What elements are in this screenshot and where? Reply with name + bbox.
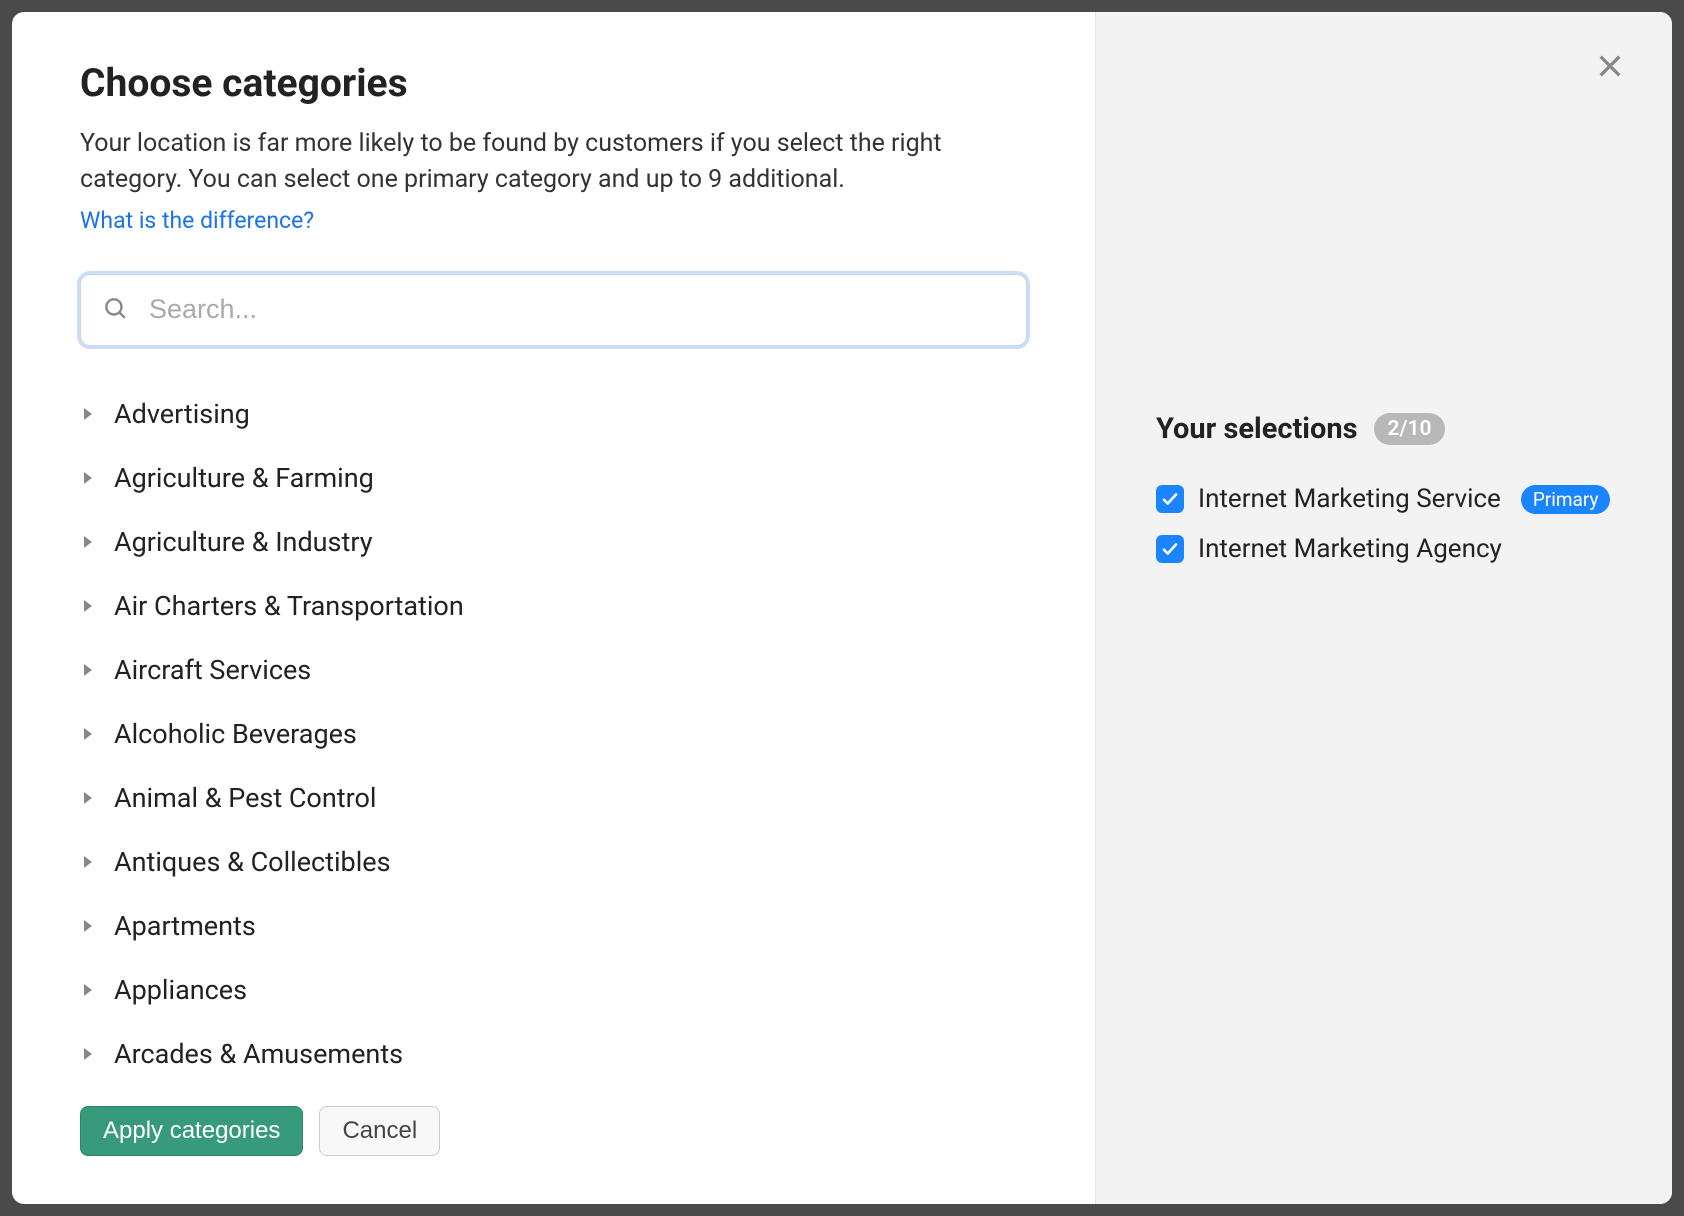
selection-item: Internet Marketing Service Primary (1156, 474, 1612, 524)
category-item[interactable]: Appliances (80, 958, 1007, 1022)
close-icon (1594, 50, 1626, 82)
category-label: Alcoholic Beverages (114, 718, 357, 750)
left-panel: Choose categories Your location is far m… (12, 12, 1096, 1204)
chevron-right-icon (80, 1046, 96, 1062)
category-list[interactable]: Advertising Agriculture & Farming Agricult… (80, 382, 1027, 1083)
category-label: Advertising (114, 398, 250, 430)
right-panel: Your selections 2/10 Internet Marketing … (1096, 12, 1672, 1204)
category-item[interactable]: Agriculture & Industry (80, 510, 1007, 574)
cancel-button[interactable]: Cancel (319, 1106, 440, 1156)
selection-item: Internet Marketing Agency (1156, 524, 1612, 574)
selection-checkbox[interactable] (1156, 535, 1184, 563)
category-label: Arcades & Amusements (114, 1038, 403, 1070)
chevron-right-icon (80, 470, 96, 486)
chevron-right-icon (80, 982, 96, 998)
category-label: Aircraft Services (114, 654, 311, 686)
selection-label: Internet Marketing Agency (1198, 534, 1502, 564)
chevron-right-icon (80, 918, 96, 934)
chevron-right-icon (80, 534, 96, 550)
page-title: Choose categories (80, 60, 1027, 106)
category-label: Agriculture & Farming (114, 462, 374, 494)
button-row: Apply categories Cancel (80, 1106, 1027, 1156)
choose-categories-modal: Choose categories Your location is far m… (12, 12, 1672, 1204)
selections-header: Your selections 2/10 (1156, 412, 1612, 446)
chevron-right-icon (80, 406, 96, 422)
category-label: Animal & Pest Control (114, 782, 376, 814)
category-item[interactable]: Alcoholic Beverages (80, 702, 1007, 766)
apply-button[interactable]: Apply categories (80, 1106, 303, 1156)
close-button[interactable] (1592, 48, 1628, 84)
primary-badge: Primary (1521, 485, 1611, 514)
category-item[interactable]: Apartments (80, 894, 1007, 958)
chevron-right-icon (80, 662, 96, 678)
chevron-right-icon (80, 854, 96, 870)
selection-checkbox[interactable] (1156, 485, 1184, 513)
chevron-right-icon (80, 726, 96, 742)
page-subtitle: Your location is far more likely to be f… (80, 126, 1020, 199)
search-icon (102, 295, 128, 325)
category-item[interactable]: Antiques & Collectibles (80, 830, 1007, 894)
category-item[interactable]: Agriculture & Farming (80, 446, 1007, 510)
selections-count-badge: 2/10 (1374, 413, 1446, 445)
category-label: Apartments (114, 910, 256, 942)
chevron-right-icon (80, 790, 96, 806)
category-item[interactable]: Advertising (80, 382, 1007, 446)
category-item[interactable]: Aircraft Services (80, 638, 1007, 702)
selection-label: Internet Marketing Service (1198, 484, 1501, 514)
category-label: Antiques & Collectibles (114, 846, 391, 878)
selections-list: Internet Marketing ServicePrimaryInterne… (1156, 474, 1612, 574)
category-label: Air Charters & Transportation (114, 590, 464, 622)
category-label: Appliances (114, 974, 247, 1006)
category-label: Agriculture & Industry (114, 526, 373, 558)
search-input[interactable] (80, 274, 1027, 346)
selections-title: Your selections (1156, 412, 1358, 446)
category-item[interactable]: Air Charters & Transportation (80, 574, 1007, 638)
search-container (80, 274, 1027, 346)
category-item[interactable]: Arcades & Amusements (80, 1022, 1007, 1083)
category-item[interactable]: Animal & Pest Control (80, 766, 1007, 830)
help-link[interactable]: What is the difference? (80, 207, 1027, 234)
chevron-right-icon (80, 598, 96, 614)
